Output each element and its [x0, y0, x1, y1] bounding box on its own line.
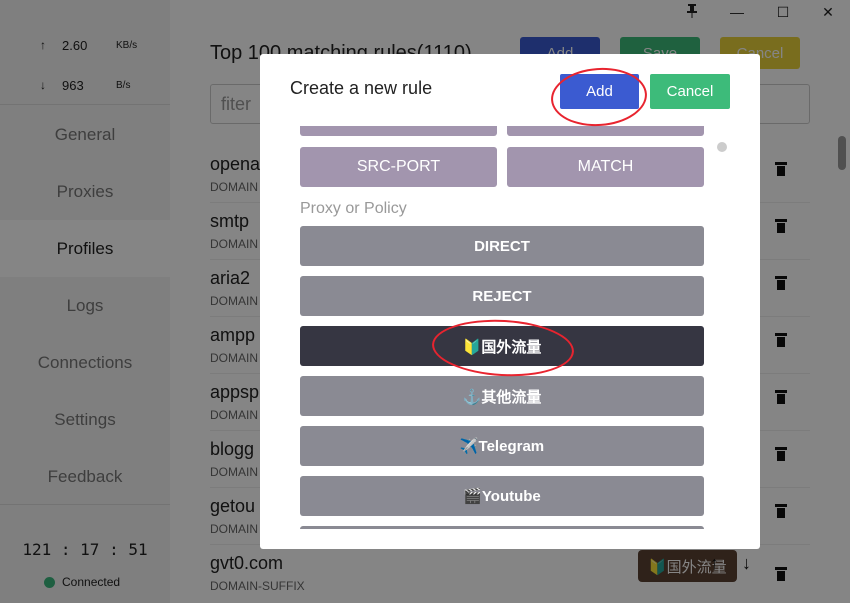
policy-option-youtube[interactable]: 🎬Youtube	[300, 476, 704, 516]
rule-type-match[interactable]: MATCH	[507, 147, 704, 187]
rule-type-option[interactable]	[300, 126, 497, 136]
policy-option-direct[interactable]: DIRECT	[300, 226, 704, 266]
create-rule-dialog: Create a new rule Add Cancel SRC-PORT MA…	[260, 54, 760, 549]
section-label: Proxy or Policy	[300, 200, 407, 217]
policy-option-reject[interactable]: REJECT	[300, 276, 704, 316]
rule-type-option[interactable]	[507, 126, 704, 136]
policy-option-more[interactable]	[300, 526, 704, 529]
rule-type-src-port[interactable]: SRC-PORT	[300, 147, 497, 187]
dialog-title: Create a new rule	[290, 78, 433, 98]
policy-option-other-traffic[interactable]: ⚓其他流量	[300, 376, 704, 416]
dialog-scrollbar[interactable]	[717, 142, 727, 152]
policy-option-telegram[interactable]: ✈️Telegram	[300, 426, 704, 466]
dialog-cancel-button[interactable]: Cancel	[650, 74, 730, 109]
